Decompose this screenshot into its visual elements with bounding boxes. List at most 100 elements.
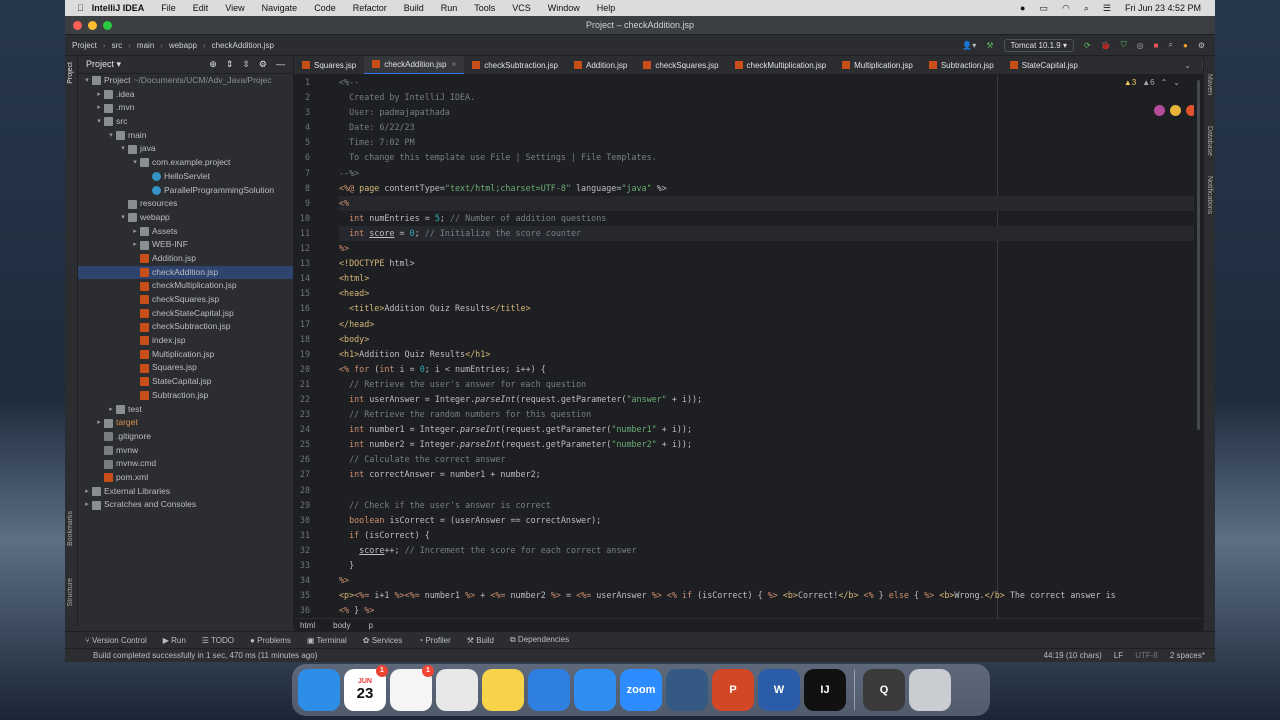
crumb-webapp[interactable]: webapp — [169, 41, 197, 50]
code-line[interactable]: // Retrieve the user's answer for each q… — [339, 377, 1194, 392]
maven-tool-button[interactable]: Maven — [1206, 74, 1213, 95]
inspection-widget[interactable]: ▲3 ▲6 ⌃ ⌄ — [1124, 78, 1180, 87]
editor-tab[interactable]: checkMultiplication.jsp — [727, 56, 835, 74]
battery-icon[interactable]: ▭ — [1039, 3, 1048, 14]
xcode-dock-icon[interactable] — [528, 669, 570, 711]
code-line[interactable]: boolean isCorrect = (userAnswer == corre… — [339, 513, 1194, 528]
code-line[interactable]: <h1>Addition Quiz Results</h1> — [339, 347, 1194, 362]
clock[interactable]: Fri Jun 23 4:52 PM — [1125, 3, 1201, 13]
bookmarks-tool-button[interactable]: Bookmarks — [67, 511, 74, 546]
debug-icon[interactable]: 🐞 — [1101, 41, 1111, 50]
tree-item[interactable]: ▸ .mvn — [78, 101, 293, 115]
editor-tab[interactable]: Addition.jsp — [566, 56, 635, 74]
crumb-project[interactable]: Project — [72, 41, 97, 50]
editor-tab[interactable]: Squares.jsp — [294, 56, 364, 74]
chevron-down-icon[interactable]: ⌄ — [1173, 78, 1180, 87]
menu-vcs[interactable]: VCS — [512, 3, 531, 13]
tree-item[interactable]: index.jsp — [78, 334, 293, 348]
menu-window[interactable]: Window — [548, 3, 580, 13]
tree-expand-arrow-icon[interactable]: ▾ — [130, 156, 140, 170]
menu-navigate[interactable]: Navigate — [262, 3, 298, 13]
terminal-tool[interactable]: ▣ Terminal — [307, 636, 347, 645]
code-line[interactable]: int number2 = Integer.parseInt(request.g… — [339, 437, 1194, 452]
run-configuration-select[interactable]: Tomcat 10.1.9 ▾ — [1003, 38, 1074, 52]
tree-expand-arrow-icon[interactable]: ▾ — [106, 129, 116, 143]
tree-item[interactable]: ParallelProgrammingSolution — [78, 184, 293, 198]
code-line[interactable]: <html> — [339, 271, 1194, 286]
minimize-window-button[interactable] — [88, 21, 97, 30]
code-line[interactable]: %> — [339, 241, 1194, 256]
code-line[interactable]: <head> — [339, 286, 1194, 301]
indent-setting[interactable]: 2 spaces* — [1170, 651, 1205, 660]
tree-expand-arrow-icon[interactable]: ▾ — [118, 142, 128, 156]
code-text[interactable]: <%-- Created by IntelliJ IDEA. User: pad… — [339, 75, 1194, 618]
project-view-selector[interactable]: Project ▾ — [86, 59, 121, 70]
user-icon[interactable]: 👤▾ — [962, 41, 976, 50]
code-line[interactable]: </head> — [339, 317, 1194, 332]
close-tab-icon[interactable]: × — [452, 60, 457, 69]
services-tool[interactable]: ✿ Services — [363, 636, 403, 645]
zoom-window-button[interactable] — [103, 21, 112, 30]
menu-help[interactable]: Help — [597, 3, 616, 13]
intellij-dock-icon[interactable]: IJ — [804, 669, 846, 711]
tree-item[interactable]: HelloServlet — [78, 170, 293, 184]
menu-view[interactable]: View — [225, 3, 244, 13]
mysql-workbench-dock-icon[interactable] — [666, 669, 708, 711]
tree-item[interactable]: ▸ target — [78, 416, 293, 430]
tree-expand-arrow-icon[interactable]: ▸ — [94, 101, 104, 115]
code-line[interactable]: // Check if the user's answer is correct — [339, 498, 1194, 513]
profile-icon[interactable]: ◎ — [1137, 41, 1144, 50]
crumb-src[interactable]: src — [112, 41, 123, 50]
record-icon[interactable]: ● — [1020, 3, 1025, 13]
tree-item[interactable]: Squares.jsp — [78, 361, 293, 375]
line-separator[interactable]: LF — [1114, 651, 1123, 660]
code-line[interactable]: score++; // Increment the score for each… — [339, 543, 1194, 558]
word-dock-icon[interactable]: W — [758, 669, 800, 711]
project-tool-button[interactable]: Project — [67, 62, 74, 84]
tree-expand-arrow-icon[interactable]: ▾ — [118, 211, 128, 225]
update-icon[interactable]: ● — [1183, 41, 1188, 50]
structure-tool-button[interactable]: Structure — [67, 578, 74, 606]
editor-tab[interactable]: StateCapital.jsp — [1002, 56, 1086, 74]
editor-tab[interactable]: checkSquares.jsp — [635, 56, 726, 74]
chrome-icon[interactable] — [1170, 105, 1181, 116]
version-control-tool[interactable]: ⑂ Version Control — [85, 636, 147, 645]
code-line[interactable]: Time: 7:02 PM — [339, 135, 1194, 150]
notes-dock-icon[interactable] — [482, 669, 524, 711]
editor-tab[interactable]: Subtraction.jsp — [921, 56, 1002, 74]
tab-list-chevron-icon[interactable]: ⌄ — [1184, 61, 1191, 70]
menu-build[interactable]: Build — [404, 3, 424, 13]
code-line[interactable]: int score = 0; // Initialize the score c… — [339, 225, 1194, 242]
editor-crumb-p[interactable]: p — [368, 621, 372, 630]
tree-item[interactable]: .gitignore — [78, 430, 293, 444]
profiler-tool[interactable]: ◔ Profiler — [418, 636, 450, 645]
code-line[interactable]: User: padmajapathada — [339, 105, 1194, 120]
tree-item[interactable]: resources — [78, 197, 293, 211]
tree-item[interactable]: ▸ Assets — [78, 225, 293, 239]
code-line[interactable]: int userAnswer = Integer.parseInt(reques… — [339, 392, 1194, 407]
tree-expand-arrow-icon[interactable]: ▾ — [94, 115, 104, 129]
code-line[interactable]: <% for (int i = 0; i < numEntries; i++) … — [339, 362, 1194, 377]
locate-icon[interactable]: ⊕ — [209, 59, 217, 70]
code-line[interactable]: <!DOCTYPE html> — [339, 256, 1194, 271]
build-tool[interactable]: ⚒ Build — [467, 636, 494, 645]
code-line[interactable]: int number1 = Integer.parseInt(request.g… — [339, 422, 1194, 437]
tree-expand-arrow-icon[interactable]: ▸ — [82, 498, 92, 512]
menu-app-name[interactable]: IntelliJ IDEA — [92, 3, 145, 13]
editor-scrollbar[interactable] — [1194, 75, 1203, 618]
tree-item[interactable]: checkMultiplication.jsp — [78, 279, 293, 293]
code-line[interactable]: Date: 6/22/23 — [339, 120, 1194, 135]
code-line[interactable]: <title>Addition Quiz Results</title> — [339, 301, 1194, 316]
code-line[interactable] — [339, 483, 1194, 498]
hide-panel-icon[interactable]: — — [276, 59, 285, 70]
tree-item[interactable]: Addition.jsp — [78, 252, 293, 266]
problems-tool[interactable]: ● Problems — [250, 636, 291, 645]
tree-expand-arrow-icon[interactable]: ▸ — [94, 416, 104, 430]
search-icon[interactable]: ⌕ — [1084, 3, 1089, 14]
run-tool[interactable]: ▶ Run — [163, 636, 186, 645]
tree-item[interactable]: Multiplication.jsp — [78, 348, 293, 362]
tree-item[interactable]: checkSquares.jsp — [78, 293, 293, 307]
search-everywhere-icon[interactable]: ⌕ — [1169, 40, 1173, 50]
reminders-dock-icon[interactable]: 1 — [390, 665, 434, 711]
tree-item[interactable]: ▾ src — [78, 115, 293, 129]
